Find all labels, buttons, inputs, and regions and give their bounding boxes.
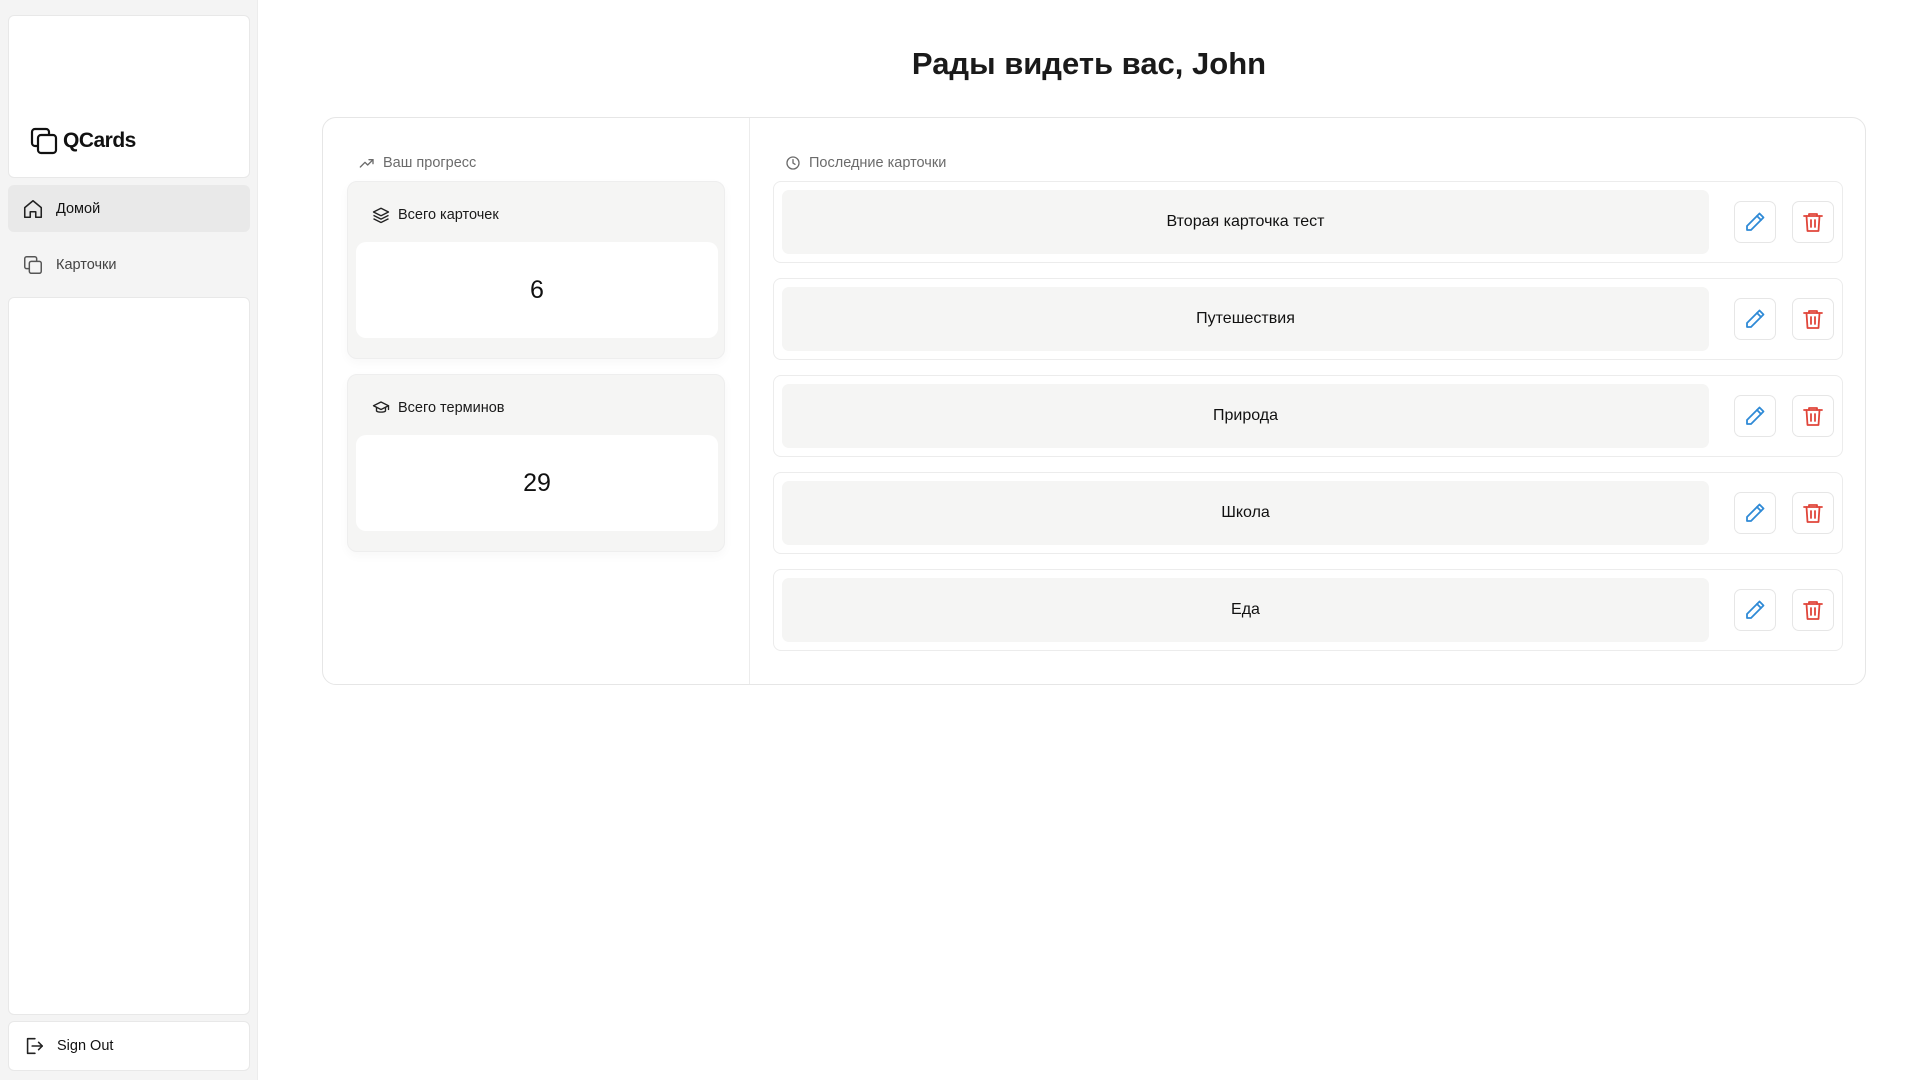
pencil-icon: [1746, 503, 1765, 522]
card-name[interactable]: Вторая карточка тест: [782, 190, 1709, 254]
layers-icon: [372, 207, 390, 224]
trash-icon: [1803, 601, 1823, 620]
pencil-icon: [1746, 600, 1765, 619]
progress-label-text: Ваш прогресс: [383, 155, 477, 171]
app: QCards Домой Карточки Sign Out Рады виде…: [0, 0, 1920, 1080]
sign-out-icon: [26, 1037, 44, 1055]
sidebar-empty-area: [8, 297, 250, 1015]
sidebar-item-label: Карточки: [56, 256, 117, 273]
sidebar-item-cards[interactable]: Карточки: [8, 241, 250, 288]
card-name[interactable]: Путешествия: [782, 287, 1709, 351]
trending-up-icon: [359, 159, 374, 168]
panel-divider: [749, 118, 750, 684]
stat-value: 6: [356, 242, 718, 338]
edit-button[interactable]: [1734, 395, 1776, 437]
trash-icon: [1803, 213, 1823, 232]
page-title: Рады видеть вас, John: [911, 46, 1267, 81]
stat-header: Всего терминов: [372, 399, 505, 417]
edit-button[interactable]: [1734, 201, 1776, 243]
sidebar: QCards Домой Карточки Sign Out: [0, 0, 258, 1080]
stat-label: Всего терминов: [398, 400, 505, 416]
home-icon: [23, 199, 43, 218]
list-item: Еда: [773, 569, 1843, 651]
card-name[interactable]: Школа: [782, 481, 1709, 545]
delete-button[interactable]: [1792, 298, 1834, 340]
list-item: Природа: [773, 375, 1843, 457]
list-item: Вторая карточка тест: [773, 181, 1843, 263]
edit-button[interactable]: [1734, 589, 1776, 631]
edit-button[interactable]: [1734, 492, 1776, 534]
card-name[interactable]: Еда: [782, 578, 1709, 642]
sidebar-item-home[interactable]: Домой: [8, 185, 250, 232]
edit-button[interactable]: [1734, 298, 1776, 340]
trash-icon: [1803, 407, 1823, 426]
list-item: Школа: [773, 472, 1843, 554]
cards-icon: [24, 255, 42, 274]
delete-button[interactable]: [1792, 395, 1834, 437]
delete-button[interactable]: [1792, 589, 1834, 631]
list-item: Путешествия: [773, 278, 1843, 360]
stat-card-total-terms: Всего терминов 29: [347, 374, 725, 552]
logo-card: QCards: [8, 15, 250, 178]
stat-header: Всего карточек: [372, 206, 499, 224]
trash-icon: [1803, 504, 1823, 523]
stat-label: Всего карточек: [398, 207, 499, 223]
graduation-cap-icon: [372, 401, 390, 413]
sidebar-item-label: Домой: [56, 200, 101, 217]
brand-logo[interactable]: QCards: [29, 126, 136, 156]
dashboard-panel: Ваш прогресс Всего карточек 6 Всего терм…: [322, 117, 1866, 685]
brand-name: QCards: [63, 129, 136, 152]
recent-section-label: Последние карточки: [785, 155, 946, 171]
delete-button[interactable]: [1792, 492, 1834, 534]
sign-out-label: Sign Out: [57, 1038, 114, 1054]
trash-icon: [1803, 310, 1823, 329]
pencil-icon: [1746, 212, 1765, 231]
recent-label-text: Последние карточки: [809, 155, 947, 171]
pencil-icon: [1746, 406, 1765, 425]
card-name[interactable]: Природа: [782, 384, 1709, 448]
stat-value: 29: [356, 435, 718, 531]
stat-card-total-cards: Всего карточек 6: [347, 181, 725, 359]
sign-out-button[interactable]: Sign Out: [8, 1021, 250, 1071]
clock-icon: [786, 156, 800, 170]
qcards-logo-icon: [30, 127, 58, 155]
delete-button[interactable]: [1792, 201, 1834, 243]
progress-section-label: Ваш прогресс: [359, 155, 476, 171]
pencil-icon: [1746, 309, 1765, 328]
